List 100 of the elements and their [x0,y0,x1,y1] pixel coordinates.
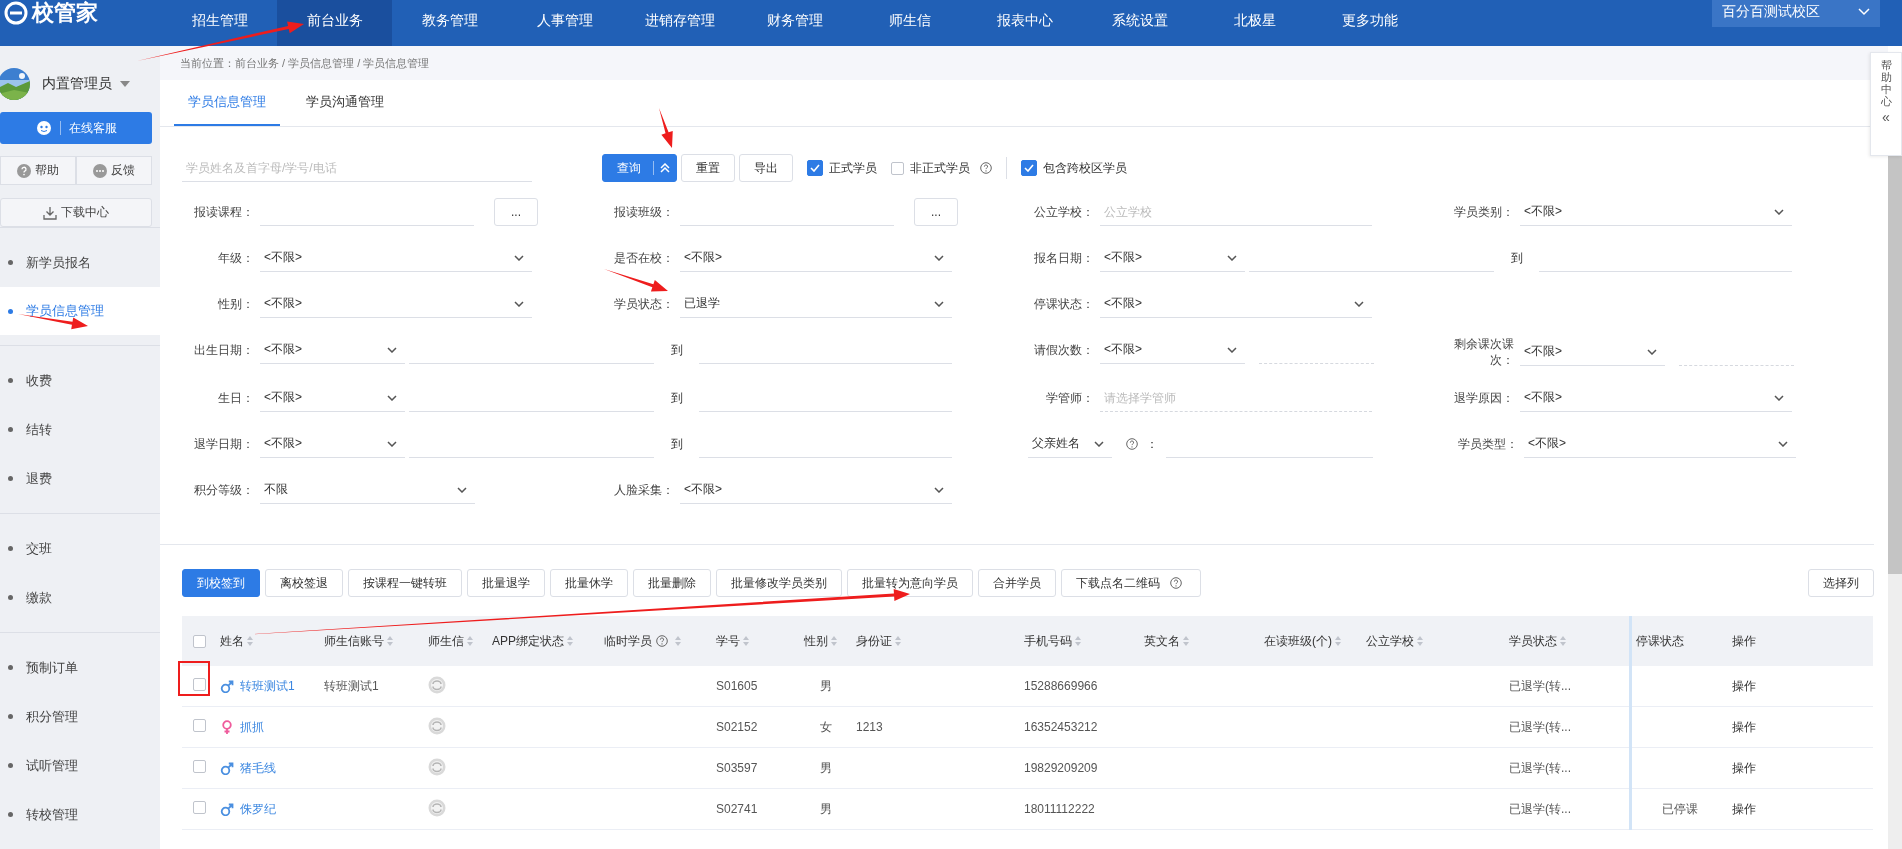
select-field[interactable]: 父亲姓名 [1028,430,1112,458]
menu-item[interactable]: 缴款 [0,573,160,622]
help-button[interactable]: 帮助 [0,156,76,185]
nav-item[interactable]: 更多功能 [1312,0,1427,46]
menu-item[interactable]: 结转 [0,405,160,454]
column-header[interactable]: APP绑定状态 [488,616,600,666]
nav-item[interactable]: 师生信 [852,0,967,46]
column-header[interactable]: 性别 [800,616,852,666]
menu-item[interactable]: 积分管理 [0,692,160,741]
service-button[interactable]: 在线客服 [0,112,152,144]
menu-item[interactable]: 转校管理 [0,790,160,839]
action-link[interactable]: 操作 [1732,760,1756,775]
scrollbar-thumb[interactable] [1888,154,1902,574]
student-name-link[interactable]: 转班测试1 [240,678,295,693]
column-button[interactable]: 选择列 [1808,569,1874,597]
menu-item[interactable]: 预制订单 [0,643,160,692]
input-field[interactable]: 公立学校 [1100,198,1372,226]
search-field[interactable]: 学员姓名及首字母/学号/电话 [182,154,532,182]
column-header[interactable]: 学号 [712,616,800,666]
checkbox[interactable] [192,719,206,732]
select-field[interactable]: <不限> [260,336,405,364]
menu-item[interactable]: 新学员报名 [0,238,160,287]
menu-item[interactable]: 试听管理 [0,741,160,790]
button[interactable]: 批量退学 [467,569,545,597]
checkbox[interactable] [192,635,206,649]
checkbox[interactable] [891,161,904,175]
student-name-link[interactable]: 猪毛线 [240,760,276,775]
menu-item[interactable]: 收费 [0,356,160,405]
select-field[interactable]: <不限> [1100,336,1245,364]
column-header[interactable]: 停课状态 [1630,616,1728,666]
nav-item[interactable]: 进销存管理 [622,0,737,46]
button[interactable]: 批量转为意向学员 [847,569,973,597]
picker-button[interactable]: ... [914,198,958,226]
select-field[interactable]: <不限> [1520,384,1792,412]
column-header[interactable]: 在读班级(个) [1260,616,1362,666]
tab[interactable]: 学员信息管理 [174,80,280,126]
select-field[interactable]: 已退学 [680,290,952,318]
select-field[interactable]: <不限> [680,476,952,504]
select-field[interactable]: <不限> [260,244,532,272]
menu-item[interactable]: 学员信息管理 [0,287,160,335]
select-field[interactable]: <不限> [1100,290,1372,318]
action-link[interactable]: 操作 [1732,678,1756,693]
button[interactable]: 重置 [681,154,735,182]
nav-item[interactable]: 系统设置 [1082,0,1197,46]
input-field[interactable]: 请选择学管师 [1100,384,1372,412]
select-field[interactable]: <不限> [680,244,952,272]
nav-item[interactable]: 前台业务 [277,0,392,46]
button[interactable]: 离校签退 [265,569,343,597]
button[interactable]: 导出 [739,154,793,182]
column-header[interactable]: 身份证 [852,616,1020,666]
column-header[interactable]: 公立学校 [1362,616,1505,666]
checkbox[interactable] [192,678,206,691]
nav-item[interactable]: 财务管理 [737,0,852,46]
download-button[interactable]: 下载中心 [0,198,152,227]
select-field[interactable]: <不限> [260,384,405,412]
action-link[interactable]: 操作 [1732,719,1756,734]
select-field[interactable]: <不限> [1520,198,1792,226]
checkbox[interactable] [192,760,206,773]
select-field[interactable]: 不限 [260,476,475,504]
checkbox[interactable] [807,160,823,176]
button[interactable]: 到校签到 [182,569,260,597]
picker-button[interactable]: ... [494,198,538,226]
column-header[interactable]: 手机号码 [1020,616,1140,666]
action-link[interactable]: 操作 [1732,801,1756,816]
checkbox[interactable] [1021,160,1037,176]
select-field[interactable]: <不限> [260,290,532,318]
button[interactable]: 批量休学 [550,569,628,597]
button[interactable]: 批量删除 [633,569,711,597]
collapse-toggle[interactable]: « [1882,109,1890,126]
feedback-button[interactable]: 反馈 [76,156,152,185]
button[interactable]: 合并学员 [978,569,1056,597]
button[interactable]: 下载点名二维码 [1061,569,1201,597]
nav-item[interactable]: 教务管理 [392,0,507,46]
nav-item[interactable]: 招生管理 [162,0,277,46]
column-header[interactable]: 师生信 [424,616,488,666]
button[interactable]: 按课程一键转班 [348,569,462,597]
select-field[interactable]: <不限> [1524,430,1796,458]
student-name-link[interactable]: 侏罗纪 [240,801,276,816]
column-header[interactable]: 操作 [1728,616,1873,666]
nav-item[interactable]: 人事管理 [507,0,622,46]
campus-select[interactable]: 百分百测试校区 [1712,0,1880,27]
student-name-link[interactable]: 抓抓 [240,719,264,734]
menu-item[interactable]: 退费 [0,454,160,503]
help-center-tab[interactable]: 帮助中心 « [1870,52,1902,156]
nav-item[interactable]: 北极星 [1197,0,1312,46]
column-header[interactable]: 师生信账号 [320,616,424,666]
button[interactable]: 批量修改学员类别 [716,569,842,597]
query-button[interactable]: 查询 [602,154,677,182]
nav-item[interactable]: 报表中心 [967,0,1082,46]
select-field[interactable]: <不限> [1100,244,1245,272]
checkbox[interactable] [192,801,206,814]
scrollbar[interactable] [1888,154,1902,849]
menu-item[interactable]: 交班 [0,524,160,573]
column-header[interactable]: 英文名 [1140,616,1260,666]
column-header[interactable]: 学员状态 [1505,616,1630,666]
select-field[interactable]: <不限> [1520,338,1665,366]
column-header[interactable]: 临时学员 [600,616,712,666]
tab[interactable]: 学员沟通管理 [292,80,398,126]
select-field[interactable]: <不限> [260,430,405,458]
column-header[interactable]: 姓名 [216,616,320,666]
